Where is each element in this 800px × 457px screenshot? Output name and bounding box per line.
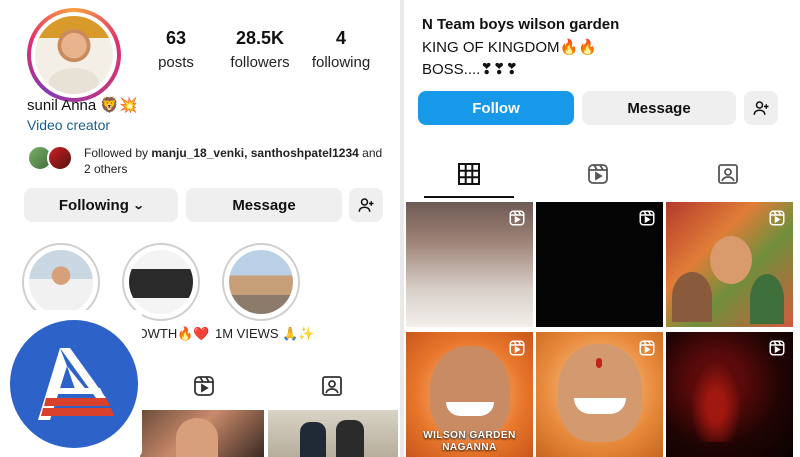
- right-profile-panel: N Team boys wilson garden KING OF KINGDO…: [404, 0, 800, 457]
- person-shape: [300, 422, 326, 457]
- followers-stat[interactable]: 28.5K followers: [222, 28, 298, 71]
- message-button-right[interactable]: Message: [582, 91, 736, 125]
- following-label: following: [311, 54, 371, 71]
- follow-button-label: Follow: [472, 99, 520, 117]
- followed-by-users: manju_18_venki, santhoshpatel1234: [151, 146, 359, 160]
- message-button[interactable]: Message: [186, 188, 342, 222]
- post-caption-2: NAGANNA: [442, 442, 497, 453]
- mutual-avatar: [47, 145, 73, 171]
- tagged-icon[interactable]: [320, 374, 344, 398]
- grid-icon[interactable]: [457, 162, 481, 186]
- message-button-label: Message: [627, 99, 691, 117]
- following-stat[interactable]: 4 following: [306, 28, 376, 71]
- profile-name: sunil Anna 🦁💥: [27, 97, 138, 114]
- smile-shape: [574, 398, 626, 414]
- followers-count: 28.5K: [235, 28, 285, 48]
- highlight-3[interactable]: [222, 243, 300, 321]
- suggest-people-button-right[interactable]: [744, 91, 778, 125]
- channel-logo: [10, 320, 138, 448]
- highlight-3-label: 1M VIEWS 🙏✨: [215, 326, 315, 341]
- followed-by-prefix: Followed by: [84, 146, 152, 160]
- follow-button[interactable]: Follow: [418, 91, 574, 125]
- reels-icon[interactable]: [192, 374, 216, 398]
- following-button[interactable]: Following ⌄: [24, 188, 178, 222]
- posts-count: 63: [165, 28, 187, 48]
- reel-badge-icon: [769, 210, 785, 226]
- bio-line-2: KING OF KINGDOM🔥🔥: [422, 39, 597, 56]
- highlight-cover: [29, 250, 93, 314]
- reel-badge-icon: [639, 340, 655, 356]
- tilak-shape: [596, 358, 602, 368]
- face-shape: [710, 236, 752, 284]
- profile-category: Video creator: [27, 117, 111, 133]
- grid-post[interactable]: WILSON GARDEN NAGANNA: [406, 332, 533, 457]
- active-tab-indicator: [424, 196, 514, 198]
- tagged-icon[interactable]: [716, 162, 740, 186]
- person-shape: [672, 272, 712, 322]
- chevron-down-icon: ⌄: [132, 199, 145, 212]
- highlight-cover: [129, 250, 193, 314]
- grid-post[interactable]: [536, 202, 663, 327]
- grid-post[interactable]: [666, 332, 793, 457]
- followed-by-text[interactable]: Followed by manju_18_venki, santhoshpate…: [84, 145, 384, 177]
- face-shape: [176, 418, 218, 457]
- add-person-icon: [753, 101, 769, 115]
- mutual-followers-avatars[interactable]: [27, 145, 77, 171]
- post-caption-1: WILSON GARDEN: [423, 430, 516, 441]
- profile-avatar: [35, 16, 113, 94]
- following-count: 4: [335, 28, 346, 48]
- reel-badge-icon: [509, 340, 525, 356]
- reel-badge-icon: [639, 210, 655, 226]
- left-grid-post[interactable]: [140, 410, 264, 457]
- grid-post[interactable]: [536, 332, 663, 457]
- suggest-people-button[interactable]: [349, 188, 383, 222]
- left-profile-tabs: [140, 368, 400, 404]
- posts-label: posts: [158, 54, 194, 71]
- posts-stat[interactable]: 63 posts: [150, 28, 202, 71]
- smile-shape: [446, 402, 494, 416]
- person-shape: [750, 274, 784, 324]
- face-shape: [430, 346, 510, 440]
- followers-label: followers: [230, 54, 290, 71]
- add-person-icon: [358, 198, 374, 212]
- grid-post[interactable]: [666, 202, 793, 327]
- profile-avatar-story-ring[interactable]: [27, 8, 121, 102]
- avatar-border: [31, 12, 117, 98]
- reel-badge-icon: [769, 340, 785, 356]
- channel-logo-mark: [38, 348, 114, 420]
- message-button-label: Message: [232, 196, 296, 214]
- highlight-cover: [229, 250, 293, 314]
- following-button-label: Following: [58, 196, 129, 214]
- bio-line-3: BOSS....❣❣❣: [422, 61, 519, 78]
- fire-glow: [686, 352, 746, 442]
- person-shape: [336, 420, 364, 457]
- reels-icon[interactable]: [586, 162, 610, 186]
- left-profile-panel: 63 posts 28.5K followers 4 following sun…: [0, 0, 400, 457]
- bio-line-1: N Team boys wilson garden: [422, 16, 620, 33]
- left-grid-post[interactable]: [268, 410, 398, 457]
- reel-badge-icon: [509, 210, 525, 226]
- grid-post[interactable]: [406, 202, 533, 327]
